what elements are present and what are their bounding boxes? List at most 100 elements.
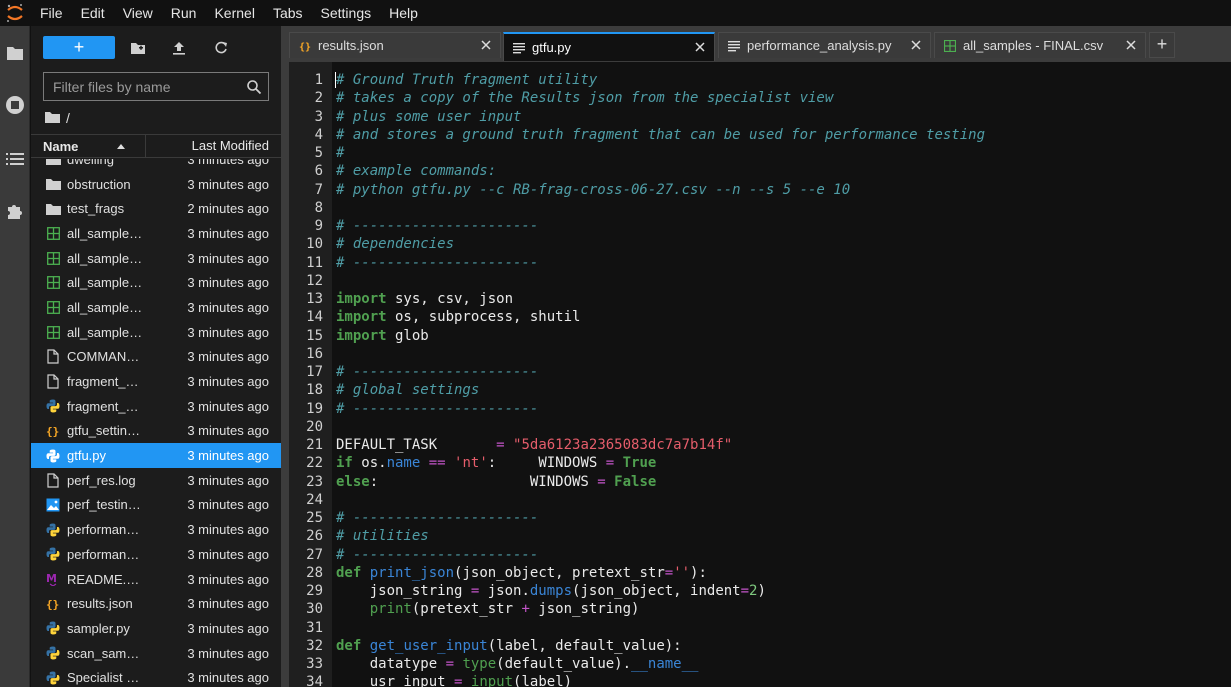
- code-line: 11 # ----------------------: [289, 254, 1231, 272]
- code-text: import os, subprocess, shutil: [336, 308, 580, 326]
- code-line: 1 # Ground Truth fragment utility: [289, 71, 1231, 89]
- file-row[interactable]: all_sample… 3 minutes ago: [31, 270, 281, 295]
- code-token: =: [445, 656, 455, 672]
- file-row[interactable]: Specialist … 3 minutes ago: [31, 665, 281, 687]
- close-icon[interactable]: [480, 39, 492, 51]
- code-editor[interactable]: 1 # Ground Truth fragment utility 2 # takes…: [289, 62, 1231, 687]
- add-tab-button[interactable]: +: [1149, 32, 1175, 58]
- file-row[interactable]: gtfu.py 3 minutes ago: [31, 443, 281, 468]
- file-modified: 3 minutes ago: [187, 225, 269, 241]
- file-name: fragment_…: [67, 398, 139, 414]
- new-launcher-button[interactable]: +: [43, 36, 115, 59]
- file-modified: 3 minutes ago: [187, 546, 269, 562]
- code-token: # ----------------------: [336, 254, 539, 271]
- file-row[interactable]: perf_testin… 3 minutes ago: [31, 493, 281, 518]
- code-line: 13 import sys, csv, json: [289, 290, 1231, 308]
- panel-splitter[interactable]: [281, 26, 289, 687]
- new-folder-icon[interactable]: [126, 37, 150, 59]
- code-line: 5 #: [289, 144, 1231, 162]
- code-text: if os.name == 'nt': WINDOWS = True: [336, 454, 656, 472]
- file-row[interactable]: perf_res.log 3 minutes ago: [31, 468, 281, 493]
- file-name: perf_res.log: [67, 472, 136, 488]
- file-row[interactable]: sampler.py 3 minutes ago: [31, 616, 281, 641]
- file-row[interactable]: all_sample… 3 minutes ago: [31, 246, 281, 271]
- code-token: usr_input: [336, 674, 455, 687]
- file-row[interactable]: M README.… 3 minutes ago: [31, 567, 281, 592]
- upload-icon[interactable]: [167, 37, 191, 59]
- code-token: (label): [513, 674, 573, 687]
- line-number: 1: [314, 72, 323, 88]
- file-row[interactable]: {} gtfu_settin… 3 minutes ago: [31, 419, 281, 444]
- svg-text:{}: {}: [46, 598, 59, 610]
- file-row[interactable]: scan_sam… 3 minutes ago: [31, 641, 281, 666]
- code-token: #: [336, 145, 345, 161]
- home-folder-icon[interactable]: [45, 110, 60, 126]
- menu-view[interactable]: View: [114, 0, 162, 26]
- code-token: (default_value).: [496, 656, 632, 672]
- tab-results-json[interactable]: {} results.json: [289, 32, 501, 58]
- extension-puzzle-icon[interactable]: [0, 196, 30, 226]
- close-icon[interactable]: [910, 39, 922, 51]
- menu-edit[interactable]: Edit: [72, 0, 114, 26]
- menu-settings[interactable]: Settings: [312, 0, 381, 26]
- file-row[interactable]: {} results.json 3 minutes ago: [31, 591, 281, 616]
- line-number: 22: [306, 455, 323, 472]
- code-token: import: [336, 291, 387, 307]
- spreadsheet-icon: [45, 250, 61, 266]
- folder-icon[interactable]: [0, 38, 30, 68]
- file-row[interactable]: all_sample… 3 minutes ago: [31, 295, 281, 320]
- refresh-icon[interactable]: [209, 37, 233, 59]
- code-text: # ----------------------: [336, 254, 538, 272]
- menu-tabs[interactable]: Tabs: [264, 0, 312, 26]
- menu-file[interactable]: File: [30, 0, 72, 26]
- code-text: import sys, csv, json: [336, 290, 513, 308]
- file-name: all_sample…: [67, 225, 143, 241]
- line-number: 21: [306, 437, 323, 453]
- filter-files-input[interactable]: [44, 73, 240, 100]
- table-of-contents-icon[interactable]: [0, 144, 30, 174]
- code-line: 27 # ----------------------: [289, 546, 1231, 564]
- running-sessions-icon[interactable]: [0, 90, 30, 120]
- file-icon: [45, 349, 61, 365]
- code-text: # dependencies: [336, 235, 454, 253]
- file-row[interactable]: all_sample… 3 minutes ago: [31, 320, 281, 345]
- file-name: sampler.py: [67, 620, 130, 636]
- file-row[interactable]: dwelling 3 minutes ago: [31, 159, 281, 172]
- file-row[interactable]: all_sample… 3 minutes ago: [31, 221, 281, 246]
- line-number: 29: [306, 583, 323, 599]
- line-number: 28: [306, 564, 323, 581]
- file-row[interactable]: fragment_… 3 minutes ago: [31, 394, 281, 419]
- tab-performance-analysis-py[interactable]: performance_analysis.py: [718, 32, 931, 58]
- text-file-icon: [727, 39, 741, 53]
- menu-run[interactable]: Run: [162, 0, 206, 26]
- menu-help[interactable]: Help: [380, 0, 427, 26]
- file-row[interactable]: performan… 3 minutes ago: [31, 517, 281, 542]
- menu-kernel[interactable]: Kernel: [205, 0, 263, 26]
- file-row[interactable]: performan… 3 minutes ago: [31, 542, 281, 567]
- breadcrumb-root[interactable]: /: [66, 110, 70, 126]
- file-row[interactable]: obstruction 3 minutes ago: [31, 172, 281, 197]
- spreadsheet-icon: [45, 275, 61, 291]
- tab-all-samples-final-csv[interactable]: all_samples - FINAL.csv: [934, 32, 1146, 58]
- column-name-header[interactable]: Name: [43, 139, 78, 154]
- code-text: print(pretext_str + json_string): [336, 600, 640, 618]
- column-modified-header[interactable]: Last Modified: [145, 135, 281, 157]
- tab-gtfu-py[interactable]: gtfu.py: [503, 32, 715, 61]
- file-row[interactable]: test_frags 2 minutes ago: [31, 196, 281, 221]
- file-browser-toolbar: +: [31, 26, 281, 70]
- code-token: __name__: [631, 656, 699, 672]
- code-line: 24: [289, 491, 1231, 509]
- file-modified: 3 minutes ago: [187, 571, 269, 587]
- code-token: (json_object, indent: [572, 583, 741, 599]
- code-text: DEFAULT_TASK = "5da6123a2365083dc7a7b14f…: [336, 436, 732, 454]
- file-row[interactable]: fragment_… 3 minutes ago: [31, 369, 281, 394]
- close-icon[interactable]: [694, 41, 706, 53]
- code-token: 'nt': [454, 455, 488, 472]
- file-row[interactable]: COMMAN… 3 minutes ago: [31, 345, 281, 370]
- close-icon[interactable]: [1125, 39, 1137, 51]
- code-token: datatype: [336, 656, 446, 672]
- code-token: def: [336, 564, 362, 581]
- file-filter: [43, 72, 269, 101]
